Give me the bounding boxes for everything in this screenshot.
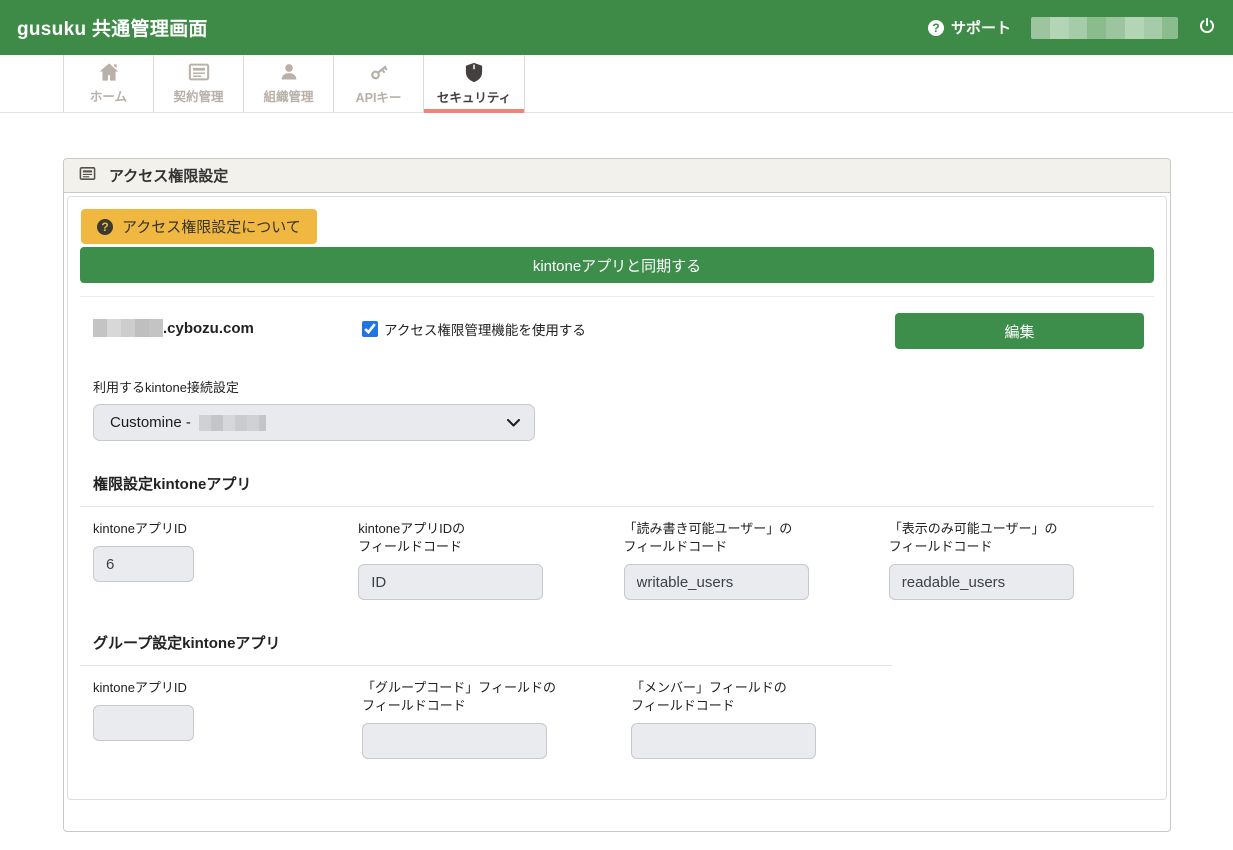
tab-label: 組織管理 — [263, 86, 313, 105]
use-permission-checkbox[interactable] — [362, 321, 378, 337]
field-label: 「グループコード」フィールドのフィールドコード — [362, 679, 631, 715]
group-app-section: グループ設定kintoneアプリ kintoneアプリID 「グループコード」フ… — [80, 632, 1154, 759]
api-key-icon — [368, 61, 390, 83]
chevron-down-icon — [507, 419, 520, 427]
use-permission-checkbox-row[interactable]: アクセス権限管理機能を使用する — [362, 313, 586, 339]
main-content: アクセス権限設定 ? アクセス権限設定について kintoneアプリと同期する … — [0, 113, 1233, 832]
redacted-account-name — [1031, 17, 1178, 39]
tab-label: 契約管理 — [173, 86, 223, 105]
member-field-code-input[interactable] — [631, 723, 816, 759]
field-label: 「読み書き可能ユーザー」のフィールドコード — [624, 520, 889, 556]
permission-section-title: 権限設定kintoneアプリ — [80, 473, 1154, 507]
permission-fields: kintoneアプリID kintoneアプリIDのフィールドコード — [80, 507, 1154, 600]
question-circle-icon: ? — [928, 20, 944, 36]
access-permission-card: アクセス権限設定 ? アクセス権限設定について kintoneアプリと同期する … — [63, 158, 1171, 832]
permission-app-section: 権限設定kintoneアプリ kintoneアプリID kintoneアプリID… — [80, 473, 1154, 600]
list-icon — [79, 166, 96, 186]
app-id-field-code-input[interactable] — [358, 564, 543, 600]
support-link[interactable]: ? サポート — [928, 17, 1011, 38]
field-label: 「メンバー」フィールドのフィールドコード — [631, 679, 900, 715]
app-title: gusuku 共通管理画面 — [17, 14, 208, 41]
home-icon — [98, 62, 120, 82]
card-title: アクセス権限設定 — [109, 165, 228, 186]
tab-label: APIキー — [356, 87, 402, 106]
field-group-code-field-code: 「グループコード」フィールドのフィールドコード — [362, 679, 631, 759]
redacted-subdomain — [93, 319, 163, 337]
group-fields: kintoneアプリID 「グループコード」フィールドのフィールドコード — [80, 666, 1154, 759]
domain-suffix: .cybozu.com — [163, 320, 254, 337]
shield-icon — [465, 62, 483, 83]
sync-kintone-button[interactable]: kintoneアプリと同期する — [80, 247, 1154, 283]
readable-users-code-input[interactable] — [889, 564, 1074, 600]
writable-users-code-input[interactable] — [624, 564, 809, 600]
tab-label: ホーム — [90, 86, 127, 105]
card-body: ? アクセス権限設定について kintoneアプリと同期する .cybozu.c… — [64, 193, 1170, 831]
logout-button[interactable] — [1198, 17, 1216, 38]
about-button-label: アクセス権限設定について — [122, 216, 301, 237]
tab-security[interactable]: セキュリティ — [423, 55, 525, 112]
power-icon — [1198, 17, 1216, 38]
field-member-field-code: 「メンバー」フィールドのフィールドコード — [631, 679, 900, 759]
header-right: ? サポート — [928, 17, 1216, 39]
connection-setting: 利用するkintone接続設定 Customine - — [93, 377, 1154, 441]
field-label: 「表示のみ可能ユーザー」のフィールドコード — [889, 520, 1154, 556]
connection-setting-select[interactable]: Customine - — [93, 404, 535, 441]
kintone-app-id-input[interactable] — [93, 546, 194, 582]
use-permission-checkbox-label: アクセス権限管理機能を使用する — [384, 319, 586, 339]
question-circle-icon: ? — [97, 219, 113, 235]
app-header: gusuku 共通管理画面 ? サポート — [0, 0, 1233, 55]
field-label: kintoneアプリID — [93, 679, 362, 697]
about-permission-button[interactable]: ? アクセス権限設定について — [81, 209, 317, 244]
field-writable-users-code: 「読み書き可能ユーザー」のフィールドコード — [624, 520, 889, 600]
tab-organization[interactable]: 組織管理 — [243, 55, 333, 112]
domain-row: .cybozu.com アクセス権限管理機能を使用する 編集 — [80, 297, 1154, 349]
group-section-title: グループ設定kintoneアプリ — [80, 632, 892, 666]
group-code-field-code-input[interactable] — [362, 723, 547, 759]
field-label: kintoneアプリIDのフィールドコード — [358, 520, 623, 556]
tab-label: セキュリティ — [437, 87, 511, 106]
redacted-connection-name — [199, 415, 266, 431]
group-kintone-app-id-input[interactable] — [93, 705, 194, 741]
main-nav: ホーム 契約管理 組織管理 API — [0, 55, 1233, 113]
connection-setting-label: 利用するkintone接続設定 — [93, 377, 1154, 396]
settings-panel: ? アクセス権限設定について kintoneアプリと同期する .cybozu.c… — [67, 196, 1167, 800]
field-label: kintoneアプリID — [93, 520, 358, 538]
domain-name: .cybozu.com — [93, 313, 362, 337]
field-readable-users-code: 「表示のみ可能ユーザー」のフィールドコード — [889, 520, 1154, 600]
tab-contracts[interactable]: 契約管理 — [153, 55, 243, 112]
support-label: サポート — [951, 17, 1011, 38]
card-footer — [67, 800, 1167, 828]
card-header: アクセス権限設定 — [64, 159, 1170, 193]
field-kintone-app-id: kintoneアプリID — [93, 520, 358, 600]
field-group-kintone-app-id: kintoneアプリID — [93, 679, 362, 759]
contract-icon — [188, 62, 210, 82]
field-app-id-field-code: kintoneアプリIDのフィールドコード — [358, 520, 623, 600]
tab-api-key[interactable]: APIキー — [333, 55, 423, 112]
tab-home[interactable]: ホーム — [63, 55, 153, 112]
selected-connection: Customine - — [110, 414, 191, 431]
edit-button[interactable]: 編集 — [895, 313, 1144, 349]
organization-icon — [279, 62, 299, 82]
